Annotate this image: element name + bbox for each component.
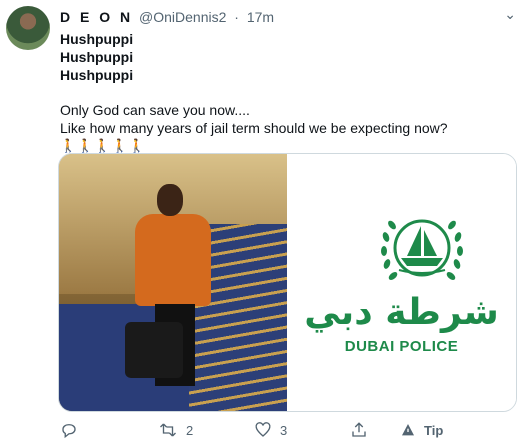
like-count: 3: [280, 422, 288, 438]
reply-button[interactable]: [60, 420, 86, 440]
like-button[interactable]: 3: [254, 420, 287, 440]
tweet-actions: 2 3 Tip: [58, 420, 528, 440]
logo-arabic-text: شرطة دبي: [304, 292, 499, 333]
more-options-icon[interactable]: ⌄: [504, 6, 516, 23]
text-line-5: Like how many years of jail term should …: [60, 120, 448, 136]
avatar[interactable]: [6, 6, 50, 50]
share-icon: [352, 422, 366, 437]
tip-label: Tip: [424, 422, 444, 438]
tweet-header: D E O N @OniDennis2 · 17m: [60, 8, 274, 26]
dubai-police-logo[interactable]: شرطة دبي DUBAI POLICE: [287, 154, 516, 411]
tip-icon: [402, 424, 414, 436]
author-handle[interactable]: @OniDennis2: [139, 9, 226, 25]
retweet-button[interactable]: 2: [158, 420, 193, 440]
media-card[interactable]: شرطة دبي DUBAI POLICE: [58, 153, 517, 412]
text-line-1: Hushpuppi: [60, 31, 134, 47]
share-button[interactable]: [350, 420, 368, 440]
retweet-count: 2: [186, 422, 194, 438]
text-line-2: Hushpuppi: [60, 49, 134, 65]
logo-english-text: DUBAI POLICE: [344, 338, 459, 355]
timestamp[interactable]: 17m: [247, 9, 274, 25]
tweet[interactable]: D E O N @OniDennis2 · 17m Hushpuppi Hush…: [0, 0, 530, 441]
tweet-text: Hushpuppi Hushpuppi Hushpuppi Only God c…: [60, 30, 510, 155]
text-line-4: Only God can save you now....: [60, 102, 250, 118]
dubai-police-emblem-icon: [381, 219, 463, 280]
tip-button[interactable]: Tip: [400, 420, 443, 440]
author-name[interactable]: D E O N: [60, 9, 133, 25]
retweet-icon: [160, 423, 176, 437]
reply-icon: [62, 424, 76, 439]
heart-icon: [255, 422, 271, 437]
text-line-3: Hushpuppi: [60, 67, 134, 83]
separator: ·: [234, 9, 239, 25]
photo-man-on-stairs[interactable]: [59, 154, 287, 411]
